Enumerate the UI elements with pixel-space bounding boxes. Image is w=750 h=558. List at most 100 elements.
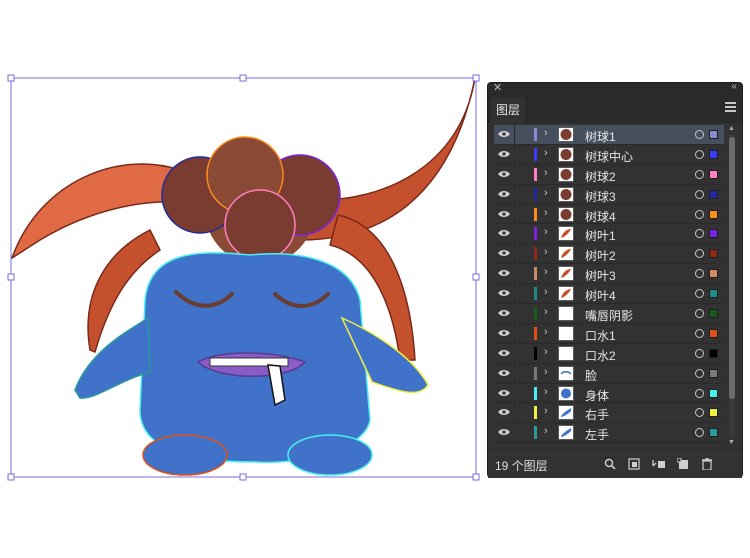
target-circle-icon[interactable] [695, 169, 704, 179]
visibility-eye-icon[interactable] [498, 249, 510, 257]
visibility-eye-icon[interactable] [498, 229, 510, 237]
target-circle-icon[interactable] [695, 428, 704, 438]
target-circle-icon[interactable] [695, 269, 704, 279]
layer-name[interactable]: 树叶2 [585, 247, 616, 264]
layer-name[interactable]: 口水1 [585, 327, 616, 344]
selection-color-square[interactable] [709, 289, 718, 299]
selection-color-square[interactable] [709, 209, 718, 219]
lock-toggle-cell[interactable] [514, 244, 515, 264]
scrollbar-thumb[interactable] [729, 137, 735, 399]
selection-color-square[interactable] [709, 249, 718, 259]
target-circle-icon[interactable] [695, 348, 704, 358]
layer-row[interactable]: › 右手 [494, 403, 724, 424]
visibility-eye-icon[interactable] [498, 428, 510, 436]
target-circle-icon[interactable] [695, 249, 704, 259]
layer-row[interactable]: › 口水2 [494, 343, 724, 364]
expand-arrow-icon[interactable]: › [544, 127, 548, 139]
visibility-eye-icon[interactable] [498, 309, 510, 317]
layer-name[interactable]: 口水2 [585, 347, 616, 364]
expand-arrow-icon[interactable]: › [544, 386, 548, 398]
target-circle-icon[interactable] [695, 309, 704, 319]
layer-name[interactable]: 树叶1 [585, 227, 616, 244]
lock-toggle-cell[interactable] [514, 204, 515, 224]
expand-arrow-icon[interactable]: › [544, 187, 548, 199]
move-to-layer-icon[interactable] [652, 458, 666, 470]
layer-name[interactable]: 树叶4 [585, 287, 616, 304]
layer-row[interactable]: › 树叶2 [494, 244, 724, 265]
lock-toggle-cell[interactable] [514, 383, 515, 403]
layer-row[interactable]: › 树球4 [494, 204, 724, 225]
expand-arrow-icon[interactable]: › [544, 425, 548, 437]
expand-arrow-icon[interactable]: › [544, 286, 548, 298]
target-circle-icon[interactable] [695, 229, 704, 239]
expand-arrow-icon[interactable]: › [544, 266, 548, 278]
lock-toggle-cell[interactable] [514, 284, 515, 304]
new-sublayer-icon[interactable] [677, 458, 689, 470]
layer-name[interactable]: 树球4 [585, 208, 616, 225]
expand-arrow-icon[interactable]: › [544, 226, 548, 238]
collect-icon[interactable] [628, 458, 640, 470]
selection-color-square[interactable] [709, 348, 718, 358]
layer-name[interactable]: 树叶3 [585, 267, 616, 284]
lock-toggle-cell[interactable] [514, 343, 515, 363]
layer-name[interactable]: 树球1 [585, 128, 616, 145]
visibility-eye-icon[interactable] [498, 389, 510, 397]
lock-toggle-cell[interactable] [514, 323, 515, 343]
expand-arrow-icon[interactable]: › [544, 405, 548, 417]
selection-color-square[interactable] [709, 229, 718, 239]
visibility-eye-icon[interactable] [498, 170, 510, 178]
selection-color-square[interactable] [709, 328, 718, 338]
visibility-eye-icon[interactable] [498, 210, 510, 218]
layer-row[interactable]: › 树叶4 [494, 284, 724, 305]
lock-toggle-cell[interactable] [514, 363, 515, 383]
lock-toggle-cell[interactable] [514, 423, 515, 443]
layer-row[interactable]: › 树球1 [494, 125, 724, 145]
lock-toggle-cell[interactable] [514, 125, 515, 144]
visibility-eye-icon[interactable] [498, 329, 510, 337]
selection-color-square[interactable] [709, 149, 718, 159]
target-circle-icon[interactable] [695, 149, 704, 159]
expand-arrow-icon[interactable]: › [544, 167, 548, 179]
lock-toggle-cell[interactable] [514, 403, 515, 423]
visibility-eye-icon[interactable] [498, 150, 510, 158]
layer-row[interactable]: › 树叶3 [494, 264, 724, 285]
visibility-eye-icon[interactable] [498, 130, 510, 138]
layer-row[interactable]: › 脸 [494, 363, 724, 384]
layer-name[interactable]: 左手 [585, 426, 609, 443]
layer-row[interactable]: › 树叶1 [494, 224, 724, 245]
selection-color-square[interactable] [709, 368, 718, 378]
delete-icon[interactable] [701, 458, 713, 470]
visibility-eye-icon[interactable] [498, 349, 510, 357]
layer-row[interactable]: › 口水1 [494, 323, 724, 344]
tab-layers[interactable]: 图层 [491, 97, 525, 123]
expand-arrow-icon[interactable]: › [544, 207, 548, 219]
selection-color-square[interactable] [709, 269, 718, 279]
scroll-down-icon[interactable]: ▼ [728, 439, 735, 446]
expand-arrow-icon[interactable]: › [544, 366, 548, 378]
selection-color-square[interactable] [709, 408, 718, 418]
lock-toggle-cell[interactable] [514, 264, 515, 284]
target-circle-icon[interactable] [695, 388, 704, 398]
hamburger-menu-icon[interactable] [725, 102, 736, 114]
selection-color-square[interactable] [709, 309, 718, 319]
lock-toggle-cell[interactable] [514, 164, 515, 184]
target-circle-icon[interactable] [695, 328, 704, 338]
target-circle-icon[interactable] [695, 408, 704, 418]
selection-color-square[interactable] [709, 189, 718, 199]
layer-name[interactable]: 右手 [585, 406, 609, 423]
selection-color-square[interactable] [709, 388, 718, 398]
layer-row[interactable]: › 左手 [494, 423, 724, 444]
expand-arrow-icon[interactable]: › [544, 246, 548, 258]
layer-name[interactable]: 树球2 [585, 168, 616, 185]
target-circle-icon[interactable] [695, 209, 704, 219]
visibility-eye-icon[interactable] [498, 408, 510, 416]
expand-arrow-icon[interactable]: › [544, 346, 548, 358]
selection-color-square[interactable] [709, 130, 718, 139]
layer-name[interactable]: 身体 [585, 387, 609, 404]
layer-name[interactable]: 树球3 [585, 188, 616, 205]
layer-row[interactable]: › 树球中心 [494, 144, 724, 165]
layer-name[interactable]: 脸 [585, 367, 597, 384]
layer-row[interactable]: › 树球2 [494, 164, 724, 185]
layer-row[interactable]: › 树球3 [494, 184, 724, 205]
lock-toggle-cell[interactable] [514, 224, 515, 244]
